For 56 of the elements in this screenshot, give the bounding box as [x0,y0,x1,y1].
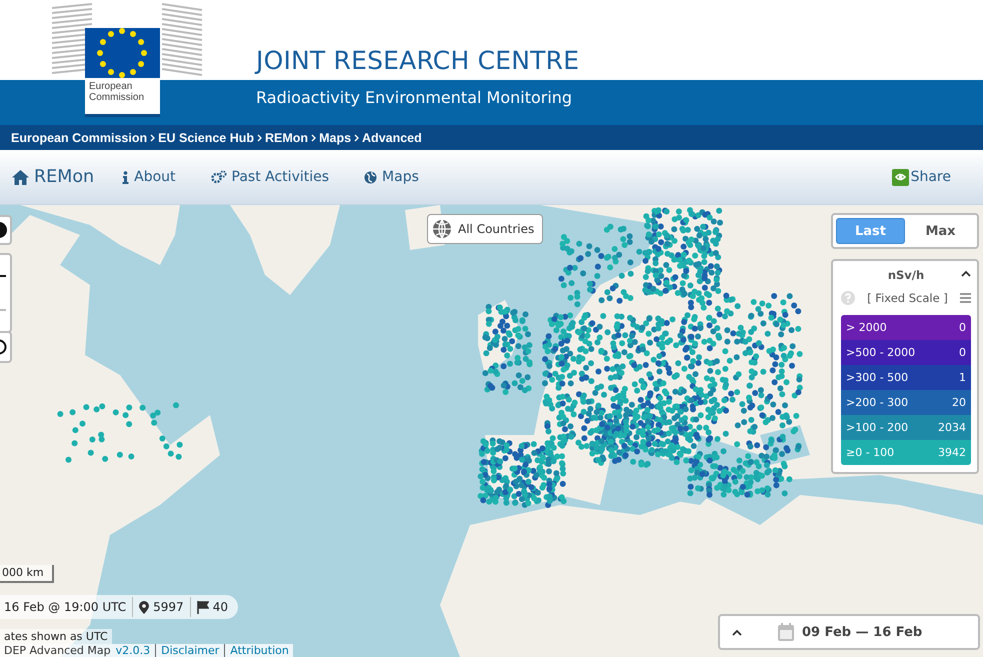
station-count: 0 [959,346,966,359]
site-subtitle: Radioactivity Environmental Monitoring [256,88,572,107]
version-link[interactable]: v2.0.3 [116,644,150,657]
legend-unit: nSv/h [888,268,924,282]
chevron-icon [354,134,360,142]
breadcrumb-link[interactable]: EU Science Hub [158,130,254,144]
footer-link[interactable]: Attribution [224,644,289,657]
nav-link[interactable]: About [122,169,176,185]
pin-icon [139,600,150,614]
share-icon [892,168,909,186]
nav-link[interactable]: Past Activities [210,169,330,185]
country-total: 40 [212,600,228,614]
home-icon [12,170,29,184]
calendar-icon [778,623,794,641]
chevron-icon [257,134,262,142]
flag-icon [196,600,209,614]
chevron-icon[interactable] [961,270,971,277]
menu-icon[interactable] [960,293,971,303]
chevron-icon[interactable] [732,628,742,636]
scale-mode-label: [ Fixed Scale ] [867,291,948,305]
range-label: >500 - 2000 [846,346,916,359]
info-icon [122,170,130,184]
eu-flag-icon [85,28,160,78]
utc-note: ates shown as UTC [0,629,112,644]
timestamp: 16 Feb @ 19:00 UTC [4,600,126,614]
station-count: 2034 [938,421,966,434]
breadcrumb-link[interactable]: REMon [265,130,308,144]
station-count: 1 [959,371,966,384]
gears-icon [210,170,227,184]
range-label: > 2000 [846,321,887,334]
nav-link[interactable]: Maps [364,169,419,185]
station-total: 5997 [153,600,184,614]
globe-icon [432,219,452,239]
station-count: 0 [959,321,966,334]
app-name: DEP Advanced Map [4,644,111,657]
share-link[interactable]: Share [892,168,951,186]
station-count: 3942 [938,446,966,459]
range-label: >100 - 200 [846,421,908,434]
region-button[interactable]: All Countries [427,214,544,244]
breadcrumb-link[interactable]: Advanced [362,130,422,144]
site-title: JOINT RESEARCH CENTRE [256,46,580,75]
breadcrumb-link[interactable]: European Commission [11,130,148,144]
home-link[interactable]: REMon [12,167,94,187]
chevron-icon [150,134,156,142]
logo-text: European Commission [88,80,146,103]
range-label: >200 - 300 [846,396,908,409]
scale-bar: 000 km [0,565,54,583]
breadcrumb-link[interactable]: Maps [319,130,352,144]
eu-logo[interactable]: European Commission [85,28,160,117]
chevron-icon [311,134,316,142]
station-count: 20 [952,396,966,409]
footer-link[interactable]: Disclaimer [155,644,220,657]
range-label: ≥0 - 100 [846,446,894,459]
range-label: >300 - 500 [846,371,908,384]
globe-icon [364,170,378,184]
date-range: 09 Feb — 16 Feb [802,624,922,640]
